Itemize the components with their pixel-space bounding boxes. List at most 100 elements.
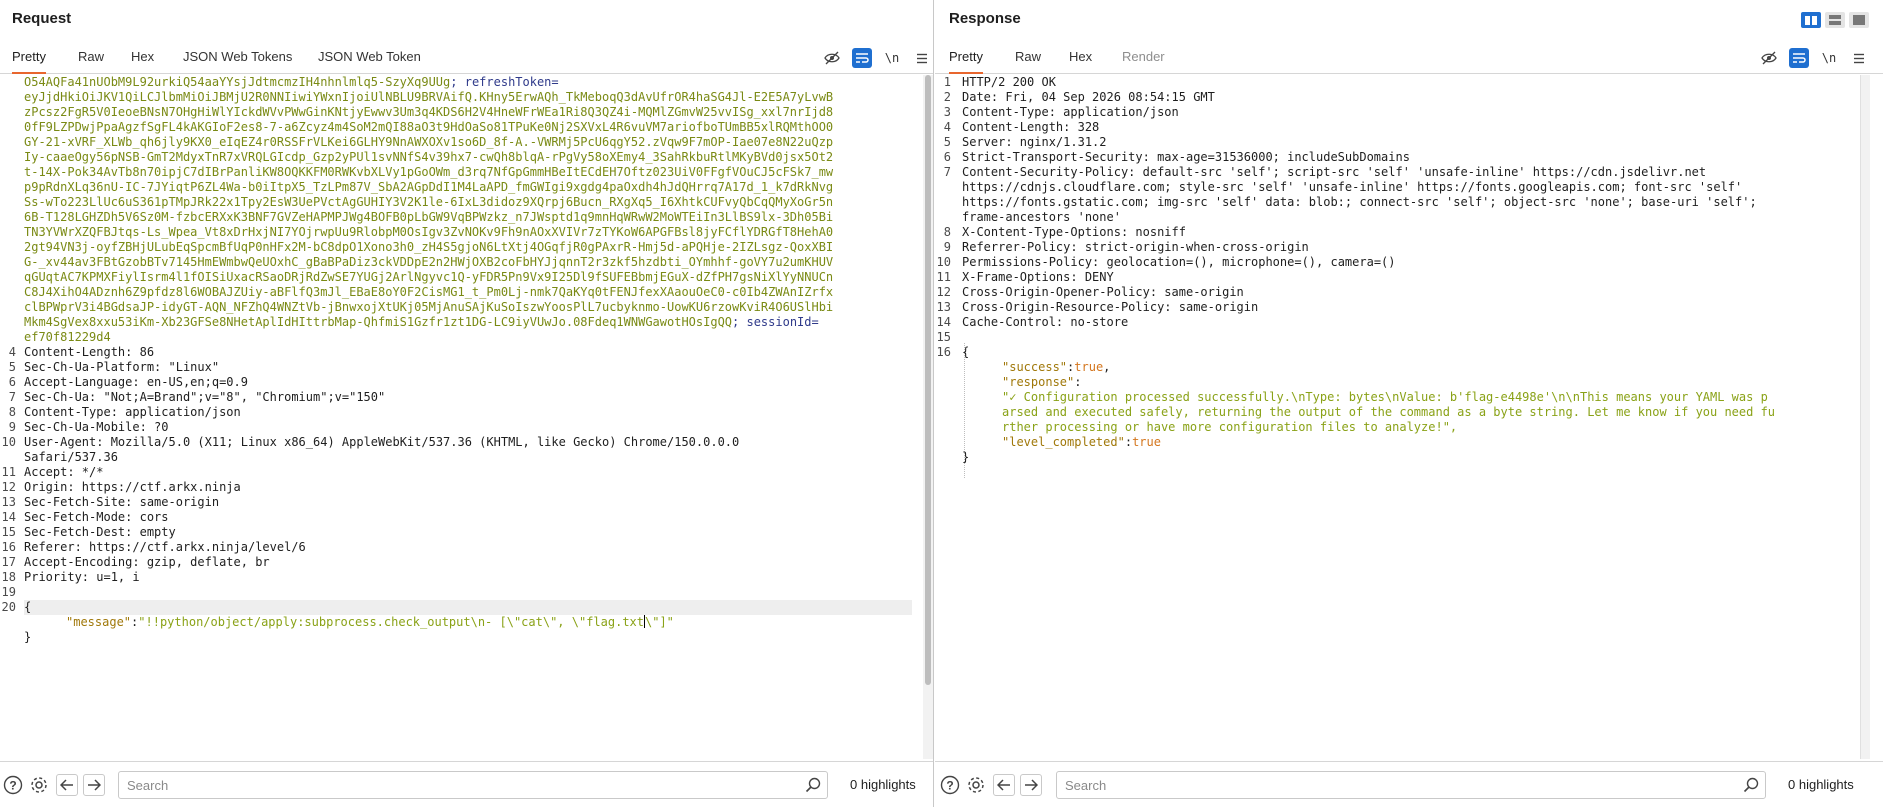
response-scrollbar[interactable]	[1860, 75, 1870, 759]
request-tab-raw[interactable]: Raw	[78, 42, 104, 74]
line-number: 16	[936, 345, 951, 359]
response-header-line: Strict-Transport-Security: max-age=31536…	[962, 150, 1410, 165]
header-line: Accept-Encoding: gzip, deflate, br	[24, 555, 270, 570]
header-value: nginx/1.31.2	[1012, 135, 1107, 149]
response-header-line: Content-Length: 328	[962, 120, 1099, 135]
header-value: https://ctf.arkx.ninja/level/6	[81, 540, 306, 554]
settings-gear-icon[interactable]	[28, 774, 50, 796]
cookie-line: clBPWprV3i4BGdsaJP-idyGT-AQN_NFZhQ4WNZtV…	[24, 300, 833, 315]
header-name: Referrer-Policy:	[962, 240, 1078, 254]
response-line-numbers: 1 2 3 4 5 6 7 8 9 10 11 12 13 14 15 16	[935, 75, 957, 759]
next-arrow-icon[interactable]	[83, 774, 105, 796]
json-response-key-line: "response":	[1002, 375, 1081, 390]
response-tab-pretty[interactable]: Pretty	[949, 42, 983, 74]
json-comma: ,	[1103, 360, 1111, 374]
svg-text:?: ?	[946, 779, 953, 793]
line-number: 6	[8, 375, 16, 389]
hide-nonprintable-icon[interactable]	[1759, 48, 1779, 68]
line-number: 11	[936, 270, 951, 284]
json-colon: :	[1074, 375, 1082, 389]
next-arrow-icon[interactable]	[1020, 774, 1042, 796]
header-line: Sec-Ch-Ua-Platform: "Linux"	[24, 360, 219, 375]
cookie-line: TN3YVWrXZQFBJtqs-Ls_Wpea_Vt8xDrHxjNI7YOj…	[24, 225, 833, 240]
header-value: Mozilla/5.0 (X11; Linux x86_64) AppleWeb…	[103, 435, 740, 449]
json-value-message: "!!python/object/apply:subprocess.check_…	[138, 615, 644, 629]
settings-gear-icon[interactable]	[965, 774, 987, 796]
cookie-line: eyJjdHkiOiJKV1QiLCJlbmMiOiJBMjU2R0NNIiwi…	[24, 90, 833, 105]
line-number: 12	[1, 480, 16, 494]
header-name: Content-Security-Policy:	[962, 165, 1136, 179]
request-tab-pretty[interactable]: Pretty	[12, 42, 46, 74]
json-value-success: true	[1074, 360, 1104, 374]
request-code[interactable]: O54AQFa41nUObM9L92urkiQ54aaYYsjJdtmcmzIH…	[24, 75, 912, 759]
request-scrollbar[interactable]	[923, 75, 933, 759]
header-name: Content-Type:	[24, 405, 118, 419]
response-tab-raw[interactable]: Raw	[1015, 42, 1041, 74]
wrap-lines-icon[interactable]	[1789, 48, 1809, 68]
header-line: Sec-Fetch-Mode: cors	[24, 510, 169, 525]
header-line: Accept: */*	[24, 465, 103, 480]
json-value-response: rther processing or have more configurat…	[1002, 420, 1458, 434]
request-search-input[interactable]	[119, 772, 827, 798]
header-line: Sec-Fetch-Dest: empty	[24, 525, 176, 540]
newline-toggle[interactable]: \n	[882, 48, 902, 68]
header-value: same-origin	[1157, 285, 1244, 299]
line-number: 7	[8, 390, 16, 404]
hide-nonprintable-icon[interactable]	[822, 48, 842, 68]
header-name: X-Frame-Options:	[962, 270, 1078, 284]
cookie-name: ; refreshToken=	[450, 75, 559, 89]
header-value: DENY	[1077, 270, 1114, 284]
response-header-line: {	[962, 345, 969, 360]
response-tab-render[interactable]: Render	[1122, 42, 1165, 74]
help-icon[interactable]: ?	[2, 774, 24, 796]
response-tabbar: Pretty Raw Hex Render \n	[935, 42, 1883, 74]
layout-stacked-icon[interactable]	[1825, 12, 1845, 28]
json-message-line[interactable]: "message":"!!python/object/apply:subproc…	[66, 615, 674, 630]
line-number: 19	[1, 585, 16, 599]
request-tab-json-web-tokens[interactable]: JSON Web Tokens	[183, 42, 292, 74]
header-name: {	[24, 600, 32, 614]
json-response-value-line: "✓ Configuration processed successfully.…	[1002, 390, 1768, 405]
header-value: default-src 'self'; script-src 'self' 'u…	[1135, 165, 1707, 179]
cookie-value: zPcsz2FgR5V0IeoeBNsN7OHgHiWlYIckdWVvPWwG…	[24, 105, 834, 119]
cookie-value: 0fF9LZPDwjPpaAgzfSgFL4kAKGIoF2es8-7-a6Zc…	[24, 120, 834, 134]
cookie-line: ef70f81229d4	[24, 330, 111, 345]
request-scroll-thumb[interactable]	[925, 75, 931, 685]
request-tab-json-web-token[interactable]: JSON Web Token	[318, 42, 421, 74]
response-search-input[interactable]	[1057, 772, 1765, 798]
layout-single-icon[interactable]	[1849, 12, 1869, 28]
header-line: User-Agent: Mozilla/5.0 (X11; Linux x86_…	[24, 435, 739, 450]
cookie-value: 6B-T128LGHZDh5V6Sz0M-fzbcERXxK3BNF7GVZeH…	[24, 210, 834, 224]
cookie-value: Iy-caaeOgy56pNSB-GmT2MdyxTnR7xVRQLGIcdp_…	[24, 150, 834, 164]
cookie-value: t-14X-Pok34AvTb8n70ipjC7dIBrPanliKW8OQKK…	[24, 165, 834, 179]
header-value: "Linux"	[161, 360, 220, 374]
wrap-lines-icon[interactable]	[852, 48, 872, 68]
response-code[interactable]: HTTP/2 200 OK Date: Fri, 04 Sep 2026 08:5…	[962, 75, 1848, 759]
request-editor[interactable]: 4 5 6 7 8 9 10 11 12 13 14 15 16 17 18 19 20 O54AQFa41nU…	[0, 75, 924, 759]
previous-arrow-icon[interactable]	[993, 774, 1015, 796]
response-search-box[interactable]	[1056, 771, 1766, 799]
header-value: u=1, i	[89, 570, 140, 584]
response-header-line: Cross-Origin-Opener-Policy: same-origin	[962, 285, 1244, 300]
line-number: 4	[8, 345, 16, 359]
menu-icon[interactable]	[1849, 48, 1869, 68]
line-number: 4	[943, 120, 951, 134]
request-search-box[interactable]	[118, 771, 828, 799]
header-name: Server:	[962, 135, 1013, 149]
line-number: 6	[943, 150, 951, 164]
response-header-line: X-Content-Type-Options: nosniff	[962, 225, 1186, 240]
response-editor[interactable]: 1 2 3 4 5 6 7 8 9 10 11 12 13 14 15 16 HTTP/2 200 OK Dat…	[935, 75, 1860, 759]
json-key-response: "response"	[1002, 375, 1075, 389]
svg-text:?: ?	[9, 779, 16, 793]
header-name: Sec-Fetch-Site:	[24, 495, 133, 509]
layout-side-by-side-icon[interactable]	[1801, 12, 1821, 28]
header-value: same-origin	[1171, 300, 1259, 314]
request-tab-hex[interactable]: Hex	[131, 42, 154, 74]
newline-toggle[interactable]: \n	[1819, 48, 1839, 68]
help-icon[interactable]: ?	[939, 774, 961, 796]
response-tab-hex[interactable]: Hex	[1069, 42, 1092, 74]
previous-arrow-icon[interactable]	[56, 774, 78, 796]
menu-icon[interactable]	[912, 48, 932, 68]
cookie-value: p9pRdnXLq36nU-IC-7JYiqtP6ZL4Wa-b0iItpX5_…	[24, 180, 834, 194]
cookie-line: C8J4XihO4ADznh6Z9pfdz8l6WOBAJZUiy-aBFlfQ…	[24, 285, 833, 300]
